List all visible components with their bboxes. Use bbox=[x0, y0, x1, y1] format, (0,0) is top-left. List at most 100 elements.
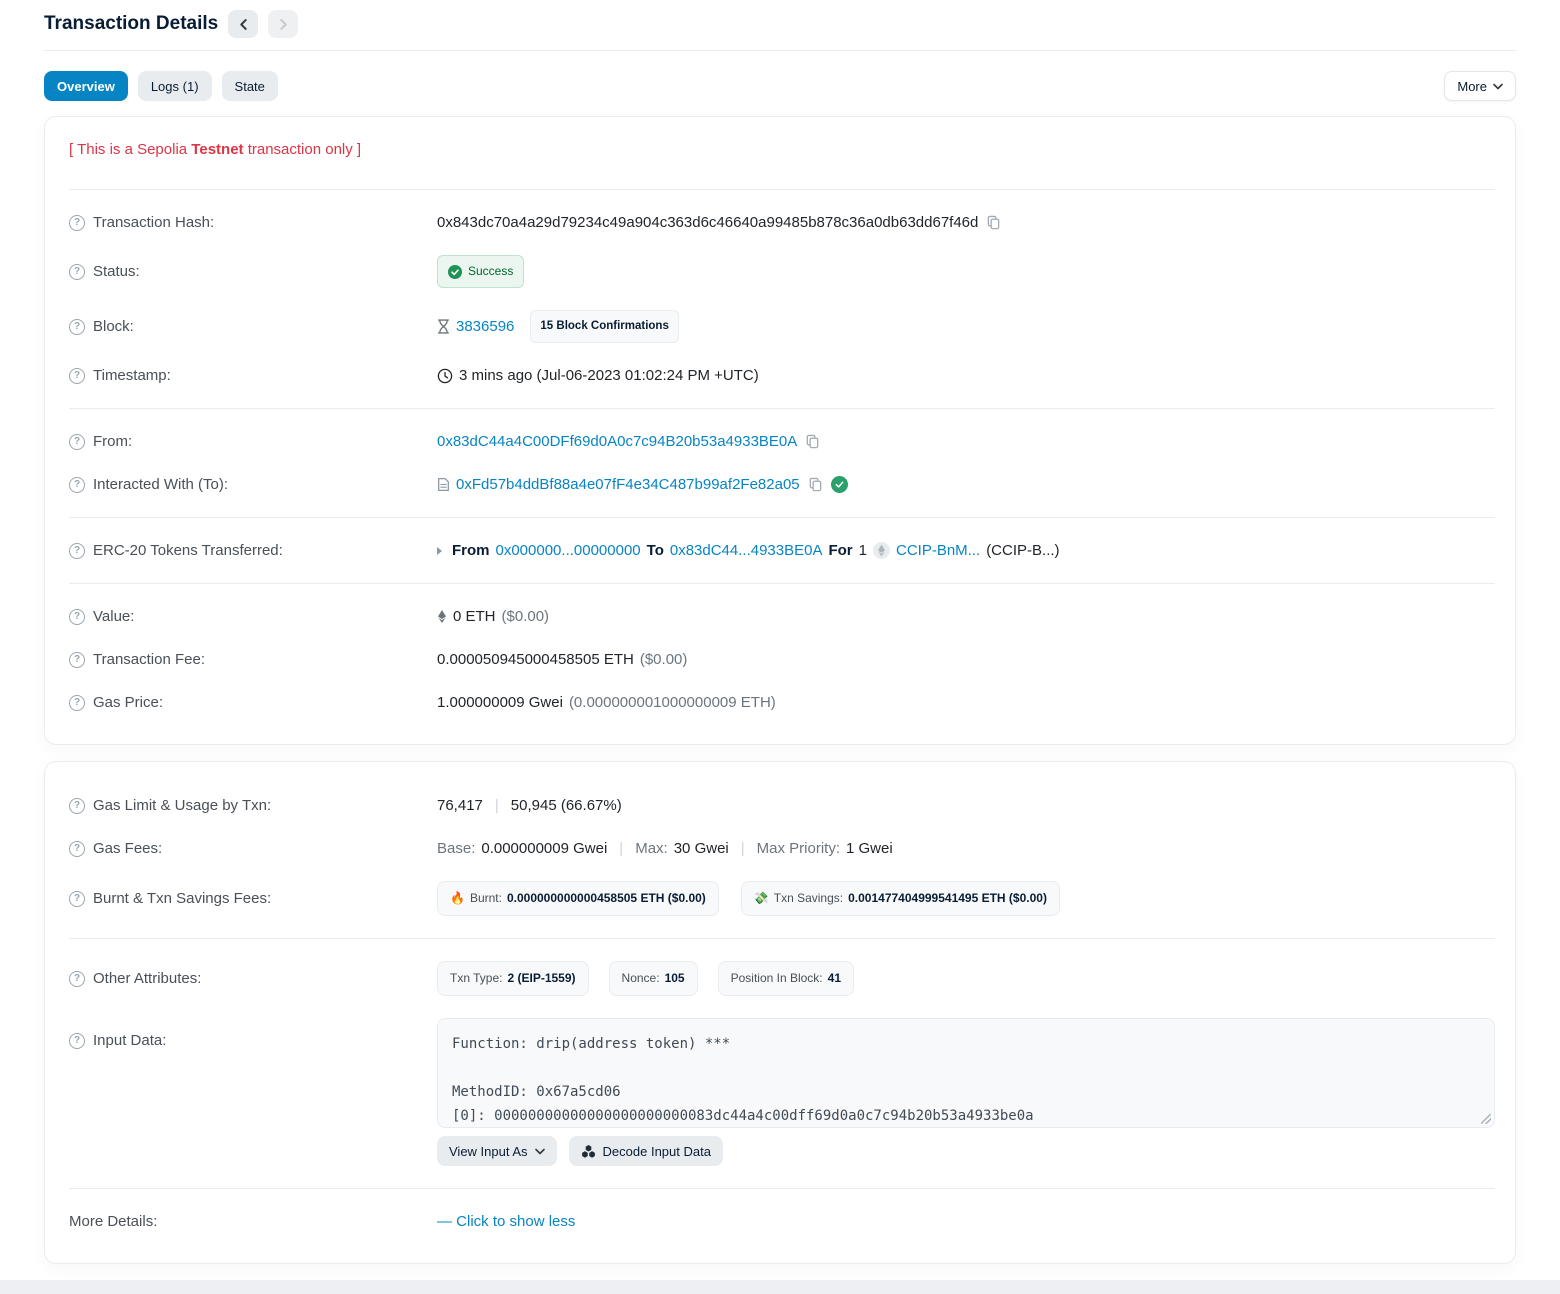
nonce-badge: Nonce: 105 bbox=[609, 961, 698, 996]
gas-limit-row: Gas Limit & Usage by Txn: 76,417 | 50,94… bbox=[69, 784, 1495, 827]
overview-card: [ This is a Sepolia Testnet transaction … bbox=[44, 116, 1516, 745]
view-input-as-button[interactable]: View Input As bbox=[437, 1136, 557, 1166]
block-number-link[interactable]: 3836596 bbox=[456, 316, 514, 337]
burnt-fee-badge: 🔥 Burnt: 0.000000000000458505 ETH ($0.00… bbox=[437, 881, 719, 916]
help-icon[interactable] bbox=[69, 264, 85, 280]
separator: | bbox=[489, 795, 505, 816]
txn-savings-value: 0.001477404999541495 ETH ($0.00) bbox=[848, 888, 1047, 909]
separator: | bbox=[735, 838, 751, 859]
testnet-warning-prefix: [ This is a Sepolia bbox=[69, 141, 191, 158]
input-data-param-line: [0]: 00000000000000000000000083dc44a4c00… bbox=[452, 1104, 1480, 1128]
collapse-caret-icon[interactable] bbox=[437, 547, 442, 555]
help-icon[interactable] bbox=[69, 652, 85, 668]
value-usd: ($0.00) bbox=[502, 606, 550, 627]
gas-price-amount: 1.000000009 Gwei bbox=[437, 692, 563, 713]
from-address-link[interactable]: 0x83dC44a4C00DFf69d0A0c7c94B20b53a4933BE… bbox=[437, 431, 797, 452]
help-icon[interactable] bbox=[69, 434, 85, 450]
to-address-link[interactable]: 0xFd57b4ddBf88a4e07fF4e34C487b99af2Fe82a… bbox=[456, 474, 800, 495]
help-icon[interactable] bbox=[69, 477, 85, 493]
input-data-function-line: Function: drip(address token) *** bbox=[452, 1032, 1480, 1056]
transaction-hash-value: 0x843dc70a4a29d79234c49a904c363d6c46640a… bbox=[437, 212, 978, 233]
help-icon[interactable] bbox=[69, 319, 85, 335]
textarea-resize-handle[interactable] bbox=[1481, 1114, 1491, 1124]
more-details-label: More Details: bbox=[69, 1211, 157, 1232]
txn-type-badge: Txn Type: 2 (EIP-1559) bbox=[437, 961, 589, 996]
input-data-row: Input Data: Function: drip(address token… bbox=[69, 1007, 1495, 1177]
timestamp-label: Timestamp: bbox=[93, 365, 171, 386]
block-label: Block: bbox=[93, 316, 134, 337]
testnet-warning: [ This is a Sepolia Testnet transaction … bbox=[69, 139, 1495, 178]
input-data-blank-line bbox=[452, 1056, 1480, 1080]
more-dropdown-label: More bbox=[1457, 79, 1487, 94]
tab-overview[interactable]: Overview bbox=[44, 71, 128, 101]
hourglass-icon bbox=[437, 319, 450, 334]
help-icon[interactable] bbox=[69, 543, 85, 559]
more-dropdown-button[interactable]: More bbox=[1444, 71, 1516, 101]
status-label: Status: bbox=[93, 261, 140, 282]
position-in-block-badge: Position In Block: 41 bbox=[718, 961, 854, 996]
nonce-value: 105 bbox=[665, 968, 685, 989]
position-in-block-value: 41 bbox=[828, 968, 841, 989]
help-icon[interactable] bbox=[69, 841, 85, 857]
input-data-textarea[interactable]: Function: drip(address token) *** Method… bbox=[437, 1018, 1495, 1128]
divider bbox=[69, 1188, 1495, 1189]
help-icon[interactable] bbox=[69, 971, 85, 987]
copy-from-address-button[interactable] bbox=[803, 432, 822, 451]
chevron-down-icon bbox=[535, 1148, 545, 1155]
prev-transaction-button[interactable] bbox=[228, 10, 258, 38]
other-attributes-row: Other Attributes: Txn Type: 2 (EIP-1559)… bbox=[69, 950, 1495, 1007]
erc20-from-address-link[interactable]: 0x000000...00000000 bbox=[496, 540, 641, 561]
interacted-with-row: Interacted With (To): 0xFd57b4ddBf88a4e0… bbox=[69, 463, 1495, 506]
divider bbox=[69, 517, 1495, 518]
help-icon[interactable] bbox=[69, 891, 85, 907]
transaction-fee-row: Transaction Fee: 0.000050945000458505 ET… bbox=[69, 638, 1495, 681]
show-less-link[interactable]: — Click to show less bbox=[437, 1211, 575, 1232]
input-data-label: Input Data: bbox=[93, 1030, 166, 1051]
gas-limit-value: 76,417 bbox=[437, 795, 483, 816]
next-transaction-button[interactable] bbox=[268, 10, 298, 38]
timestamp-row: Timestamp: 3 mins ago (Jul-06-2023 01:02… bbox=[69, 354, 1495, 397]
copy-to-address-button[interactable] bbox=[806, 475, 825, 494]
max-priority-fee-label: Max Priority: bbox=[757, 838, 840, 859]
tab-logs[interactable]: Logs (1) bbox=[138, 71, 212, 101]
chevron-left-icon bbox=[238, 19, 249, 30]
erc20-token-link[interactable]: CCIP-BnM... bbox=[896, 540, 980, 561]
base-fee-label: Base: bbox=[437, 838, 475, 859]
gas-price-row: Gas Price: 1.000000009 Gwei (0.000000001… bbox=[69, 681, 1495, 724]
help-icon[interactable] bbox=[69, 1033, 85, 1049]
chevron-right-icon bbox=[278, 19, 289, 30]
gas-limit-label: Gas Limit & Usage by Txn: bbox=[93, 795, 271, 816]
max-priority-fee-value: 1 Gwei bbox=[846, 838, 893, 859]
txn-type-value: 2 (EIP-1559) bbox=[507, 968, 575, 989]
interacted-with-label: Interacted With (To): bbox=[93, 474, 228, 495]
value-amount: 0 ETH bbox=[453, 606, 496, 627]
tab-state[interactable]: State bbox=[222, 71, 278, 101]
gas-usage-value: 50,945 (66.67%) bbox=[511, 795, 622, 816]
page-header: Transaction Details bbox=[44, 0, 1516, 51]
help-icon[interactable] bbox=[69, 368, 85, 384]
erc20-to-address-link[interactable]: 0x83dC44...4933BE0A bbox=[670, 540, 823, 561]
burnt-savings-label: Burnt & Txn Savings Fees: bbox=[93, 888, 271, 909]
tabs-bar: Overview Logs (1) State More bbox=[44, 71, 1516, 101]
copy-icon bbox=[808, 477, 823, 492]
value-label: Value: bbox=[93, 606, 134, 627]
decode-input-data-label: Decode Input Data bbox=[603, 1144, 711, 1159]
status-badge: Success bbox=[437, 255, 524, 288]
gas-price-label: Gas Price: bbox=[93, 692, 163, 713]
decode-cubes-icon bbox=[581, 1144, 596, 1159]
eth-diamond-icon bbox=[437, 609, 447, 624]
timestamp-value: 3 mins ago (Jul-06-2023 01:02:24 PM +UTC… bbox=[459, 365, 759, 386]
help-icon[interactable] bbox=[69, 798, 85, 814]
copy-transaction-hash-button[interactable] bbox=[984, 213, 1003, 232]
help-icon[interactable] bbox=[69, 609, 85, 625]
help-icon[interactable] bbox=[69, 695, 85, 711]
input-data-methodid-line: MethodID: 0x67a5cd06 bbox=[452, 1080, 1480, 1104]
page: Transaction Details Overview Logs (1) St… bbox=[0, 0, 1560, 1294]
more-details-row: More Details: — Click to show less bbox=[69, 1200, 1495, 1243]
verified-check-icon bbox=[831, 476, 848, 493]
decode-input-data-button[interactable]: Decode Input Data bbox=[569, 1136, 723, 1166]
divider bbox=[69, 408, 1495, 409]
token-logo-icon bbox=[873, 542, 890, 559]
clock-icon bbox=[437, 368, 453, 384]
help-icon[interactable] bbox=[69, 215, 85, 231]
